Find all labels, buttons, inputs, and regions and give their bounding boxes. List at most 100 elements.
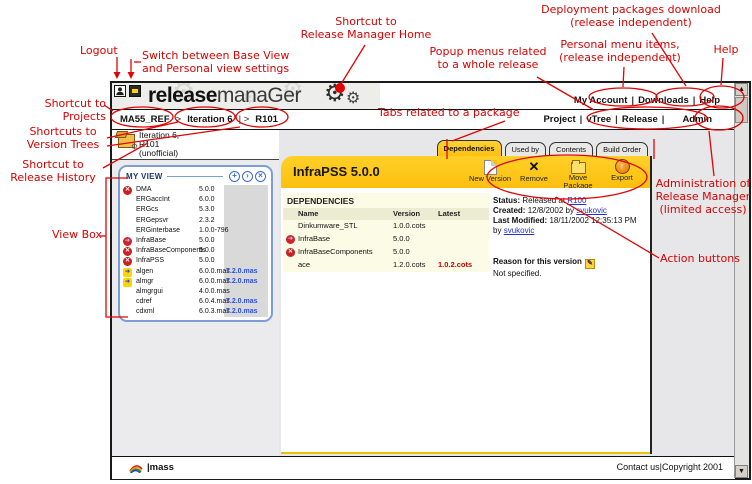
switch-view-glyph — [132, 89, 138, 93]
action-move-package[interactable]: Move Package — [556, 158, 600, 190]
view-box-add-icon[interactable]: + — [229, 171, 240, 182]
package-version: 1.0.0-796 — [199, 226, 229, 236]
switch-view-icon[interactable] — [129, 85, 141, 97]
view-box-item[interactable]: ➜algen6.0.0.mas7.2.0.mas — [120, 267, 271, 277]
tab-contents[interactable]: Contents — [549, 142, 593, 156]
view-box-expand-icon[interactable]: › — [242, 171, 253, 182]
annotation-arrowhead-switch — [128, 72, 135, 79]
tab-used-by[interactable]: Used by — [505, 142, 547, 156]
annotation-label-version-trees: Shortcuts to Version Trees — [18, 125, 108, 151]
view-box-item[interactable]: cdxml6.0.3.mas7.2.0.mas — [120, 307, 271, 317]
latest-version-link[interactable]: 7.2.0.mas — [226, 277, 258, 287]
view-box-item[interactable]: ERGcs5.3.0 — [120, 205, 271, 215]
menu-item-downloads[interactable]: Downloads — [635, 95, 692, 106]
package-name: cdxml — [136, 307, 154, 317]
package-version: 5.3.0 — [199, 205, 215, 215]
logout-icon[interactable] — [114, 85, 126, 97]
package-name: cdref — [136, 297, 152, 307]
view-box-item[interactable]: ✕InfraBaseComponents5.0.0 — [120, 246, 271, 256]
latest-version-link[interactable]: 7.2.0.mas — [226, 297, 258, 307]
menu-item-my-account[interactable]: My Account — [571, 95, 630, 106]
reason-heading: Reason for this version✎ Not specified. — [493, 257, 645, 279]
menu-item-vtree[interactable]: vTree — [583, 114, 614, 125]
view-box-item[interactable]: ERGaccInt6.0.0 — [120, 195, 271, 205]
view-box-item[interactable]: ERGinterbase 1.0.0-796 — [120, 226, 271, 236]
column-header-latest: Latest — [438, 208, 460, 220]
annotation-label-help: Help — [703, 43, 749, 56]
view-box-item[interactable]: ✕InfraPSS5.0.0 — [120, 256, 271, 266]
menu-item-release[interactable]: Release — [619, 114, 661, 125]
modified-line: Last Modified: 18/11/2002 12:35:13 PM by… — [493, 216, 645, 236]
breadcrumb-project[interactable]: MA55_REF — [120, 114, 170, 125]
view-box-item[interactable]: ✕DMA5.0.0 — [120, 185, 271, 195]
gear-icon: ⚙ — [346, 88, 360, 107]
dependencies-heading: DEPENDENCIES — [283, 193, 489, 208]
dependency-row[interactable]: ace1.2.0.cots1.0.2.cots — [283, 259, 489, 272]
annotation-label-view-box: View Box — [52, 228, 106, 241]
package-name: InfraBase — [136, 236, 166, 246]
view-box-close-icon[interactable]: × — [255, 171, 266, 182]
view-box-item[interactable]: cdref6.0.4.mas7.2.0.mas — [120, 297, 271, 307]
view-box-item[interactable]: ERGepsvr2.3.2 — [120, 216, 271, 226]
dependency-row[interactable]: Dinkumware_STL1.0.0.cots — [283, 220, 489, 233]
action-label: Remove — [512, 175, 556, 183]
content-right-border — [650, 156, 652, 454]
action-label: New Version — [468, 175, 512, 183]
dependency-row[interactable]: ✕InfraBaseComponents5.0.0 — [283, 246, 489, 259]
package-version: 5.0.0 — [199, 246, 215, 256]
action-label: Export — [600, 174, 644, 182]
export-icon: ↑ — [615, 159, 630, 174]
brand-link[interactable]: |mass — [128, 461, 174, 473]
action-export[interactable]: ↑Export — [600, 158, 644, 190]
status-line: Status: Released at R100 — [493, 196, 645, 206]
scrollbar-thumb[interactable] — [735, 97, 748, 123]
status-release-link[interactable]: R100 — [567, 196, 586, 205]
package-name: algen — [136, 267, 153, 277]
logo-light: manaGer — [217, 84, 301, 107]
action-new-version[interactable]: New Version — [468, 158, 512, 190]
edit-reason-icon[interactable]: ✎ — [585, 259, 595, 269]
breadcrumb-separator: > — [170, 114, 188, 125]
dependencies-columns: NameVersionLatest — [283, 208, 489, 220]
column-header-name: Name — [298, 208, 318, 220]
created-label: Created: — [493, 206, 525, 215]
sidebar: ⚙ Iteration 6, R101 (unofficial) MY VIEW… — [112, 130, 279, 456]
logo-bold: release — [148, 84, 217, 107]
package-version: 5.0.0 — [199, 256, 215, 266]
package-name: ERGinterbase — [136, 226, 180, 236]
dependency-version: 1.2.0.cots — [393, 259, 426, 271]
scroll-up-icon[interactable]: ▲ — [735, 83, 748, 96]
gear-icon: ⚙ — [324, 79, 346, 107]
annotation-arrowhead-logout — [114, 72, 121, 79]
action-remove[interactable]: ✕Remove — [512, 158, 556, 190]
modified-user-link[interactable]: svukovic — [504, 226, 535, 235]
breadcrumb-release[interactable]: R101 — [255, 114, 278, 125]
excluded-icon: ✕ — [123, 257, 132, 266]
view-box-item[interactable]: almgrgui4.0.0.mas — [120, 287, 271, 297]
tab-build-order[interactable]: Build Order — [596, 142, 648, 156]
home-shortcut-gears-icon[interactable]: ⚙ ⚙ — [310, 79, 380, 111]
scroll-down-icon[interactable]: ▼ — [735, 465, 748, 478]
dependency-row[interactable]: ➜InfraBase5.0.0 — [283, 233, 489, 246]
latest-version-link[interactable]: 7.2.0.mas — [226, 307, 258, 317]
dependencies-rows: Dinkumware_STL1.0.0.cots➜InfraBase5.0.0✕… — [283, 220, 489, 272]
menu-item-help[interactable]: Help — [696, 95, 723, 106]
dependency-name: InfraBaseComponents — [298, 246, 373, 258]
breadcrumb-vtree[interactable]: Iteration 6 — [187, 114, 232, 125]
dependency-version: 5.0.0 — [393, 246, 410, 258]
package-title: InfraPSS 5.0.0 — [293, 164, 380, 179]
contact-us-link[interactable]: Contact us — [617, 462, 660, 472]
menu-item-admin[interactable]: Admin — [679, 114, 715, 125]
latest-version-link[interactable]: 7.2.0.mas — [226, 267, 258, 277]
created-user-link[interactable]: svukovic — [576, 206, 607, 215]
reason-label: Reason for this version — [493, 257, 582, 266]
view-box-item[interactable]: ➜InfraBase5.0.0 — [120, 236, 271, 246]
dependency-name: Dinkumware_STL — [298, 220, 358, 232]
tab-dependencies[interactable]: Dependencies — [437, 140, 502, 156]
annotation-label-release-history: Shortcut to Release History — [0, 158, 106, 184]
vertical-scrollbar[interactable]: ▲ ▼ — [734, 83, 749, 478]
annotation-label-logout: Logout — [80, 44, 118, 57]
package-tabs: DependenciesUsed byContentsBuild Order — [434, 141, 648, 156]
new-version-icon — [484, 160, 497, 175]
view-box-item[interactable]: ➜almgr6.0.0.mas7.2.0.mas — [120, 277, 271, 287]
